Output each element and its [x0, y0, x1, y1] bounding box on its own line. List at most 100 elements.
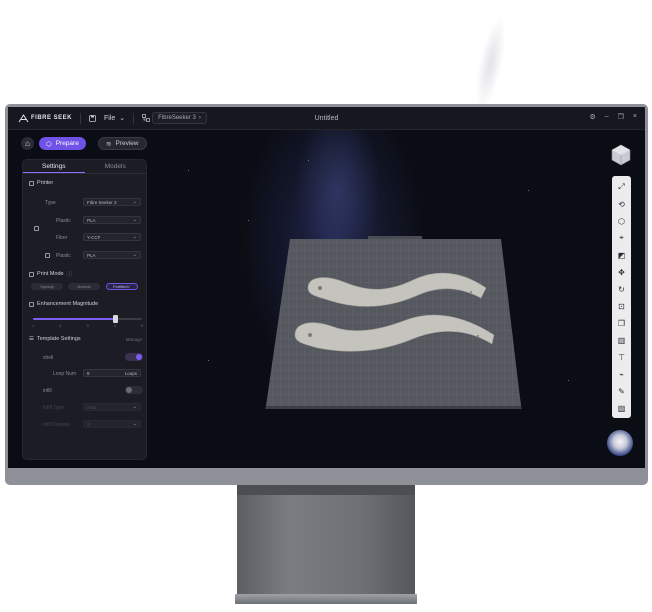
auto-orient-icon[interactable]: ⟲ — [612, 197, 631, 211]
type-value: Fibre Seeker 3 — [87, 199, 117, 205]
cut-icon[interactable]: ❐ — [612, 316, 631, 330]
mounting-hole — [470, 291, 472, 293]
layers-icon: ≋ — [106, 140, 112, 148]
view-cube[interactable] — [610, 144, 632, 166]
help-icon[interactable]: ⓘ — [67, 270, 73, 278]
toggle-knob — [126, 387, 132, 393]
assembly-icon[interactable]: ▨ — [612, 401, 631, 415]
home-button[interactable]: ⌂ — [21, 137, 34, 150]
preview-mode-button[interactable]: ≋ Preview — [98, 137, 147, 150]
add-shape-icon[interactable]: ⬡ — [612, 214, 631, 228]
monitor-stand — [237, 485, 415, 595]
slider-tick-label: 2 — [59, 323, 62, 328]
infill-type-value: Auto — [87, 404, 97, 410]
auto-arrange-icon[interactable]: ⤢ — [612, 180, 631, 194]
measure-icon[interactable]: ⊤ — [612, 350, 631, 364]
home-icon: ⌂ — [25, 139, 30, 148]
stand-base — [235, 594, 417, 604]
slider-tick-label: 4 — [113, 323, 116, 328]
enhancement-slider[interactable] — [33, 315, 142, 323]
brand-mark-icon — [18, 113, 29, 122]
tab-settings[interactable]: Settings — [23, 160, 85, 173]
mounting-hole — [318, 286, 322, 290]
prepare-label: Prepare — [55, 140, 79, 147]
plastic-dropdown[interactable]: PLA ⌄ — [83, 216, 141, 224]
split-icon[interactable]: ⌖ — [612, 231, 631, 245]
loop-num-input[interactable]: 8 Loops — [83, 369, 141, 377]
printer-network-icon[interactable] — [142, 114, 151, 122]
window-controls: ⚙ – ❐ × — [589, 113, 637, 121]
scale-icon[interactable]: ⊡ — [612, 299, 631, 313]
close-icon[interactable]: × — [633, 113, 637, 121]
separator — [80, 112, 82, 124]
printer-icon — [29, 180, 34, 186]
rotate-icon[interactable]: ↻ — [612, 282, 631, 296]
infill-type-dropdown[interactable]: Auto ⌄ — [83, 403, 141, 411]
plastic2-value: PLA — [87, 252, 96, 258]
file-menu[interactable]: File ⌄ — [104, 114, 125, 123]
mounting-hole — [477, 335, 479, 337]
infill-type-label: Infill Type — [43, 405, 65, 411]
infill-toggle[interactable] — [125, 386, 143, 394]
monitor-bezel: FIBRE SEEK File ⌄ FibreSeeker 3 › Untitl… — [5, 104, 648, 485]
brand-name: FIBRE SEEK — [31, 115, 73, 121]
type-dropdown[interactable]: Fibre Seeker 3 ⌄ — [83, 198, 141, 206]
print-mode-normal[interactable]: Normal — [68, 283, 100, 290]
chevron-down-icon: ⌄ — [132, 234, 137, 240]
settings-panel: Settings Models Printer Type Fibre Seeke… — [22, 159, 147, 460]
plastic-label: Plastic — [56, 218, 71, 224]
printer-section-label: Printer — [37, 180, 54, 186]
print-mode-speedy[interactable]: Speedy — [31, 283, 63, 290]
chevron-down-icon: ⌄ — [132, 421, 137, 427]
panel-tabs: Settings Models — [23, 160, 146, 174]
printer-section-header: Printer — [29, 180, 53, 186]
prepare-mode-button[interactable]: ⬡ Prepare — [39, 137, 86, 150]
plastic2-dropdown[interactable]: PLA ⌄ — [83, 251, 141, 259]
save-icon[interactable] — [89, 114, 96, 122]
material-link-icon — [34, 226, 39, 231]
file-menu-label: File — [104, 114, 116, 122]
preview-label: Preview — [115, 140, 139, 147]
slider-tick-label: 1 — [32, 323, 35, 328]
lay-flat-icon[interactable]: ◩ — [612, 248, 631, 262]
move-icon[interactable]: ✥ — [612, 265, 631, 279]
shell-toggle-label: shell — [43, 355, 54, 361]
chevron-down-icon: ⌄ — [132, 404, 137, 410]
printer-selector[interactable]: FibreSeeker 3 › — [152, 112, 207, 124]
fiber-dropdown[interactable]: Y-CCF ⌄ — [83, 233, 141, 241]
app-screen: FIBRE SEEK File ⌄ FibreSeeker 3 › Untitl… — [8, 107, 645, 468]
support-icon[interactable]: ▥ — [612, 333, 631, 347]
template-manage-link[interactable]: Manage — [126, 337, 142, 342]
enhancement-slider-handle[interactable] — [112, 315, 118, 323]
stand-shadow — [237, 485, 415, 495]
fiber-value: Y-CCF — [87, 234, 101, 240]
slider-tick-label: 3 — [86, 323, 89, 328]
shell-toggle[interactable] — [125, 353, 143, 361]
template-header: ☰ Template Settings Manage — [29, 336, 142, 342]
slider-tick-label: 5 — [141, 323, 144, 328]
print-mode-fortified[interactable]: Fortified ✓ — [106, 283, 138, 290]
seam-icon[interactable]: ✎ — [612, 384, 631, 398]
settings-gear-icon[interactable]: ⚙ — [589, 113, 595, 121]
fortified-label: Fortified — [113, 284, 128, 289]
print-mode-header: Print Mode ⓘ — [29, 270, 72, 278]
chevron-down-icon: ⌄ — [132, 217, 137, 223]
material-icon — [45, 253, 50, 258]
assistant-astronaut-icon[interactable] — [607, 430, 633, 456]
title-bar: FIBRE SEEK File ⌄ FibreSeeker 3 › Untitl… — [8, 107, 645, 130]
infill-density-input[interactable]: 0 ⌄ — [83, 420, 141, 428]
3d-viewport[interactable]: ⌂ ⬡ Prepare ≋ Preview Settings Models Pr… — [8, 130, 645, 468]
chevron-right-icon: › — [198, 115, 201, 121]
restore-icon[interactable]: ❐ — [618, 113, 624, 121]
build-plate-edge — [265, 406, 522, 409]
check-icon: ✓ — [127, 284, 131, 289]
tab-models[interactable]: Models — [85, 160, 147, 173]
toggle-knob — [136, 354, 142, 360]
plastic2-label: Plastic — [56, 253, 71, 259]
paint-icon[interactable]: ⌁ — [612, 367, 631, 381]
loop-unit: Loops — [124, 370, 137, 376]
fiber-label: Fiber — [56, 235, 68, 241]
enhancement-slider-fill — [33, 318, 115, 320]
minimize-icon[interactable]: – — [605, 113, 609, 121]
enhancement-icon — [29, 301, 34, 307]
